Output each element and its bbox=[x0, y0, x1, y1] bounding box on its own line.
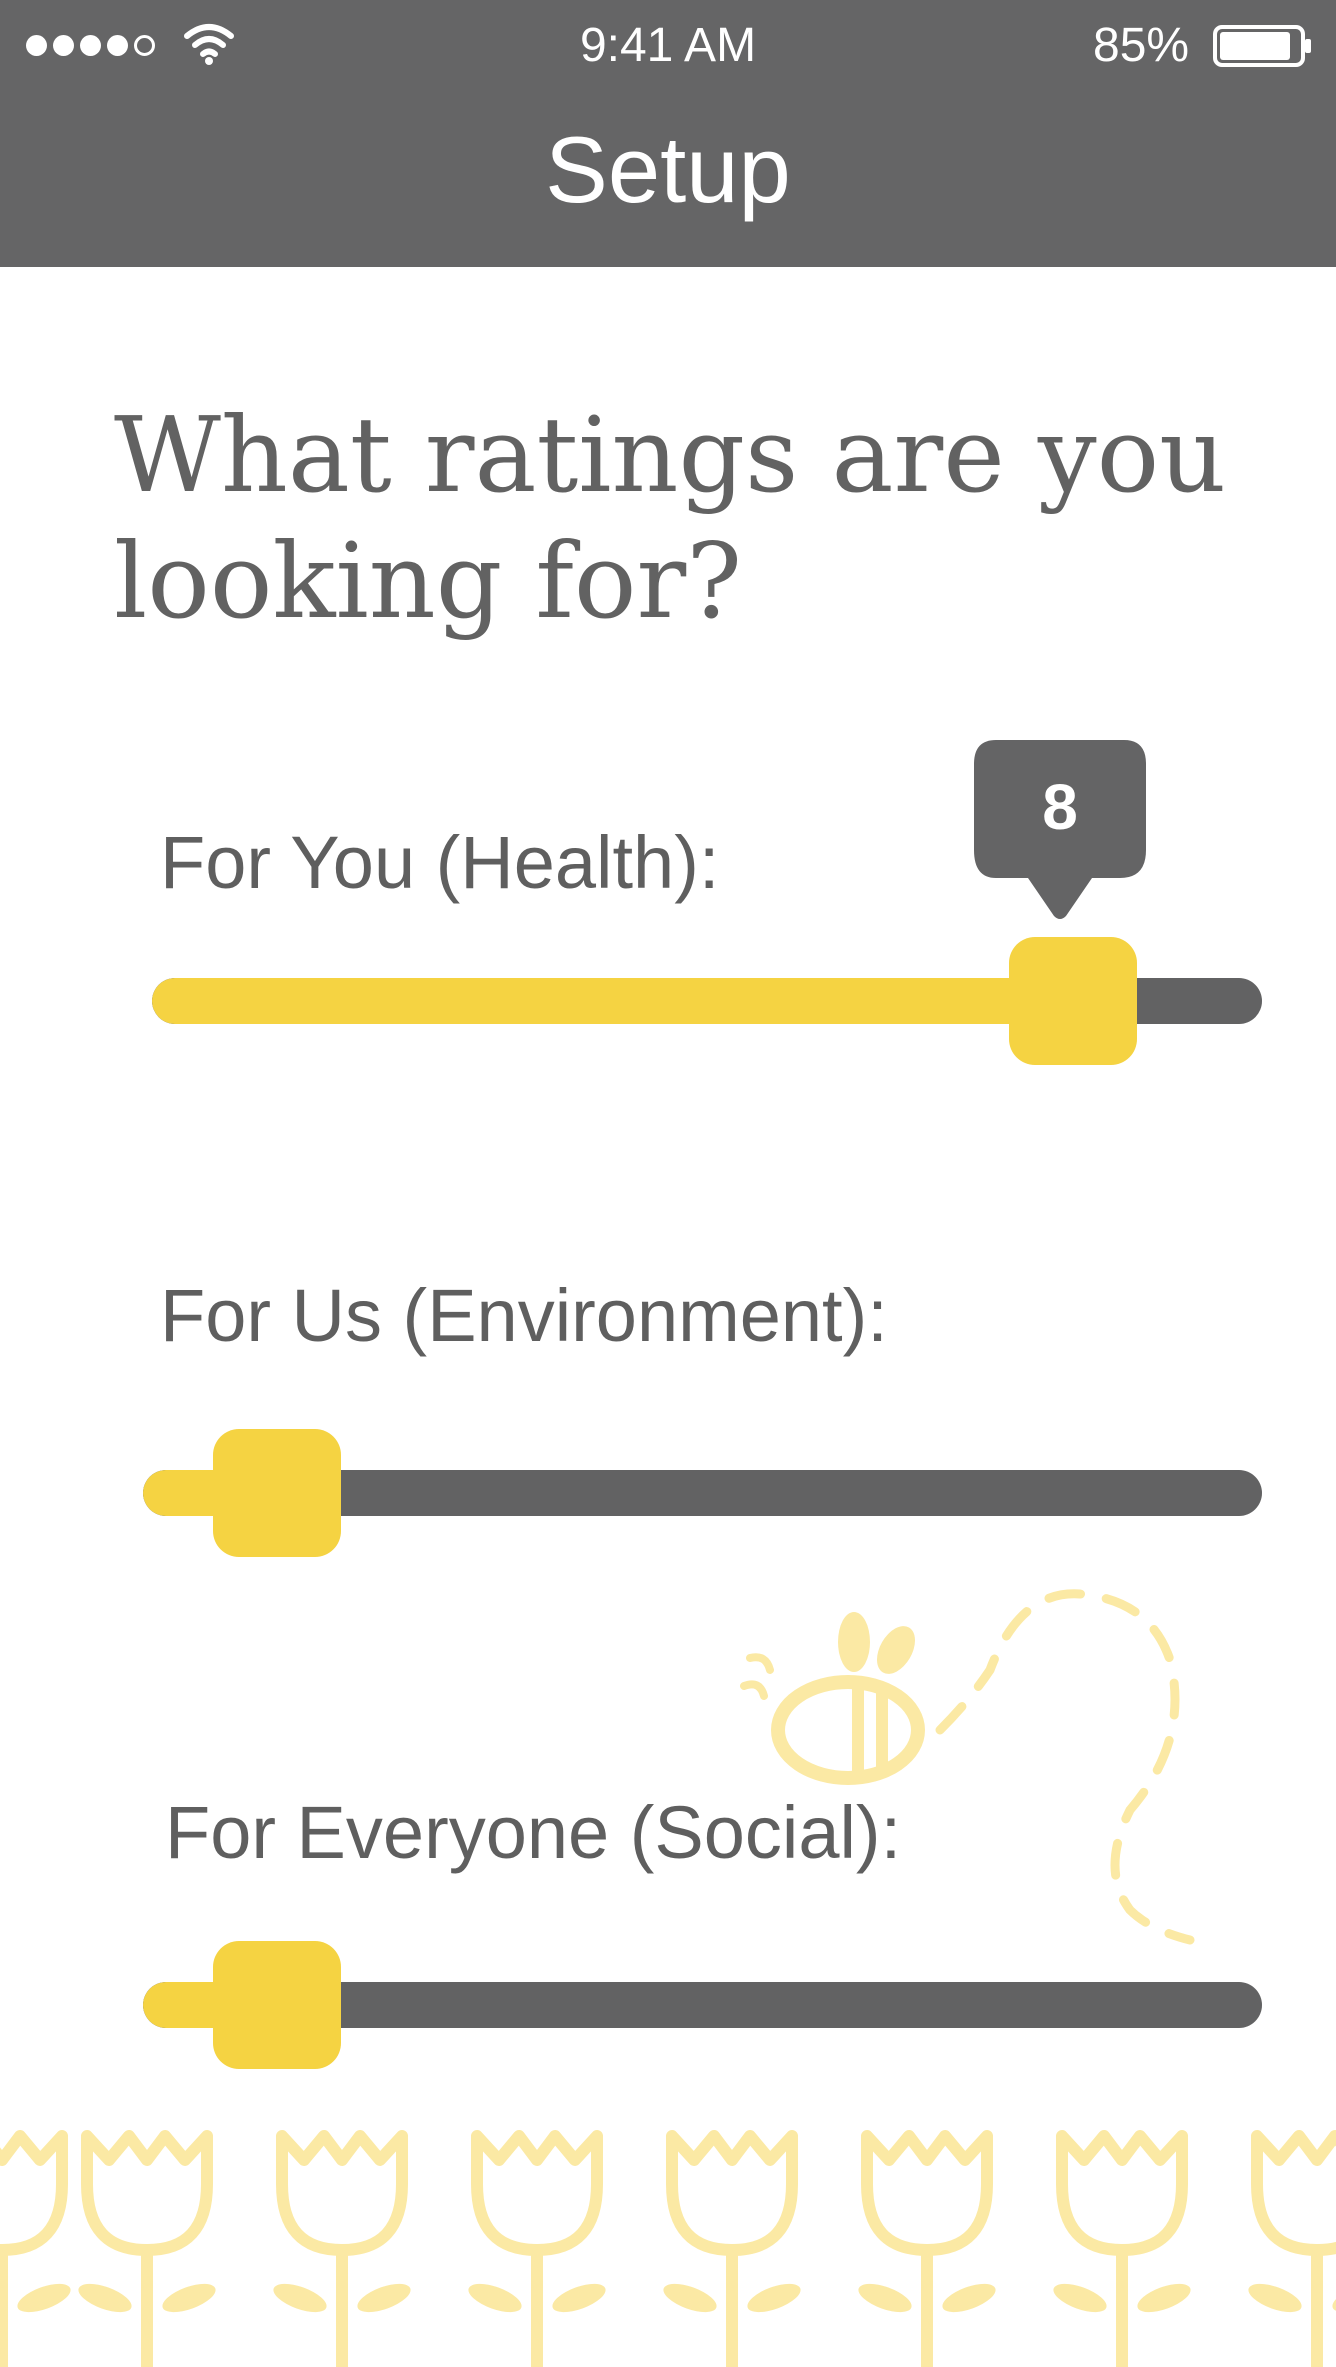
environment-slider-thumb[interactable] bbox=[213, 1429, 342, 1557]
battery-percent: 85% bbox=[1093, 19, 1190, 72]
tulip-icon bbox=[468, 2130, 606, 2367]
bee-icon bbox=[740, 1589, 1195, 1945]
tulip-icon bbox=[858, 2130, 996, 2367]
battery-icon bbox=[1213, 25, 1311, 67]
tulip-icon bbox=[663, 2130, 801, 2367]
question-heading: What ratings are you looking for? bbox=[114, 394, 1227, 642]
tulip-icon bbox=[1248, 2130, 1336, 2367]
app-header: 9:41 AM 85% Setup bbox=[0, 0, 1336, 267]
health-slider-label: For You (Health): bbox=[160, 821, 720, 904]
social-slider-label: For Everyone (Social): bbox=[165, 1791, 902, 1874]
environment-slider-label: For Us (Environment): bbox=[160, 1274, 888, 1357]
tulip-icon bbox=[1053, 2130, 1191, 2367]
tulip-icon bbox=[0, 2130, 71, 2367]
tulip-icon bbox=[78, 2130, 216, 2367]
tulip-icon bbox=[273, 2130, 411, 2367]
tulip-border bbox=[0, 2130, 1336, 2367]
social-slider-thumb[interactable] bbox=[213, 1941, 342, 2069]
health-slider-thumb[interactable] bbox=[1009, 937, 1138, 1065]
page-title: Setup bbox=[545, 117, 791, 222]
health-slider-fill bbox=[152, 978, 1074, 1024]
health-slider-value: 8 bbox=[1042, 771, 1078, 843]
